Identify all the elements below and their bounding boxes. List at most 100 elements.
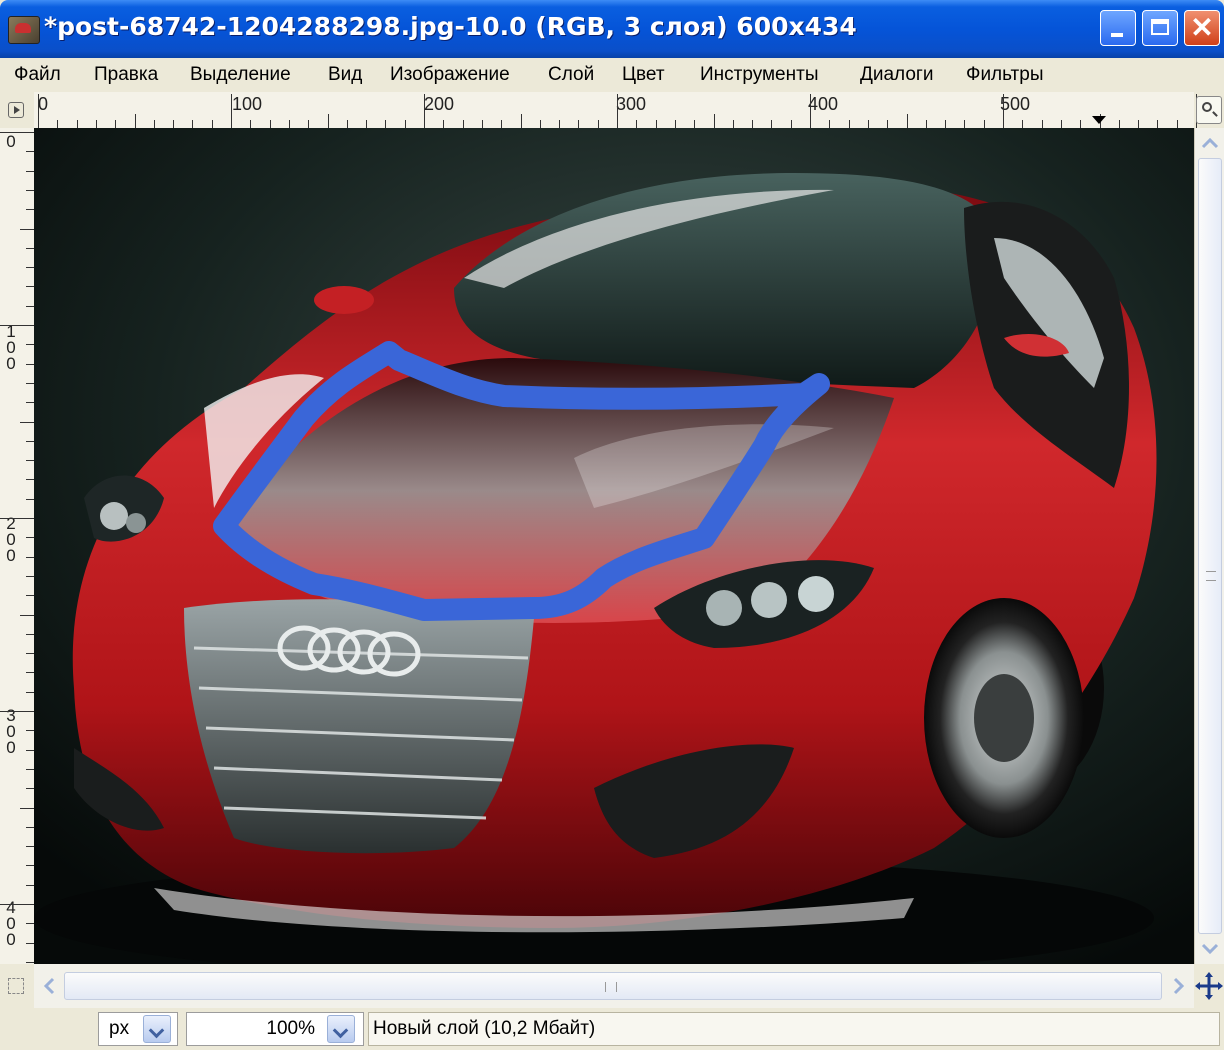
ruler-tick	[0, 518, 34, 519]
minimize-button[interactable]	[1100, 10, 1136, 46]
ruler-tick	[211, 120, 213, 128]
menubar: Файл Правка Выделение Вид Изображение Сл…	[0, 58, 1224, 92]
ruler-tick	[26, 942, 34, 944]
menu-layer[interactable]: Слой	[548, 64, 594, 86]
quickmask-toggle[interactable]	[0, 964, 34, 1008]
ruler-tick	[501, 120, 503, 128]
ruler-label: 300	[6, 706, 16, 757]
zoom-selector[interactable]: 100%	[186, 1012, 364, 1046]
menu-view[interactable]: Вид	[328, 64, 362, 86]
vertical-scroll-thumb[interactable]	[1198, 158, 1222, 934]
menu-filters[interactable]: Фильтры	[966, 64, 1043, 86]
close-button[interactable]: ✕	[1184, 10, 1220, 46]
ruler-tick	[26, 961, 34, 963]
horizontal-scroll-thumb[interactable]	[64, 972, 1162, 1000]
ruler-tick	[0, 132, 34, 133]
ruler-tick	[26, 247, 34, 249]
menu-triangle-icon	[8, 102, 24, 118]
status-message: Новый слой (10,2 Мбайт)	[368, 1012, 1220, 1046]
ruler-tick	[26, 267, 34, 269]
menu-dialogs[interactable]: Диалоги	[860, 64, 933, 86]
scroll-up-icon[interactable]	[1197, 132, 1223, 154]
ruler-tick	[945, 120, 947, 128]
ruler-label: 0	[38, 94, 49, 114]
ruler-tick	[26, 382, 34, 384]
horizontal-ruler[interactable]: 0 100 200 300 400 500	[34, 92, 1197, 129]
ruler-tick	[26, 826, 34, 828]
zoom-icon[interactable]	[1196, 96, 1222, 124]
menu-tools[interactable]: Инструменты	[700, 64, 818, 86]
car-photo	[34, 128, 1194, 964]
ruler-tick	[366, 120, 368, 128]
ruler-tick	[1138, 120, 1140, 128]
ruler-tick	[674, 120, 676, 128]
ruler-tick	[26, 498, 34, 500]
ruler-tick	[153, 120, 155, 128]
ruler-menu-button[interactable]	[0, 92, 34, 128]
maximize-button[interactable]	[1142, 10, 1178, 46]
ruler-tick	[636, 120, 638, 128]
quickmask-icon	[8, 978, 24, 994]
scroll-right-icon[interactable]	[1168, 974, 1190, 998]
navigate-button[interactable]	[1194, 964, 1224, 1008]
chevron-down-icon[interactable]	[327, 1015, 355, 1043]
horizontal-scrollbar[interactable]	[34, 964, 1194, 1008]
scroll-down-icon[interactable]	[1197, 938, 1223, 960]
ruler-tick	[288, 120, 290, 128]
unit-value: px	[109, 1018, 130, 1039]
ruler-tick	[1176, 120, 1178, 128]
ruler-label: 100	[232, 94, 263, 114]
ruler-tick	[655, 120, 657, 128]
ruler-tick	[26, 846, 34, 848]
ruler-tick	[26, 344, 34, 346]
ruler-pointer-marker	[1092, 116, 1106, 124]
ruler-tick	[713, 114, 715, 128]
ruler-tick	[906, 114, 908, 128]
ruler-tick	[887, 120, 889, 128]
ruler-tick	[26, 730, 34, 732]
ruler-tick	[597, 120, 599, 128]
ruler-tick	[424, 94, 425, 128]
ruler-tick	[26, 170, 34, 172]
chevron-down-icon[interactable]	[143, 1015, 171, 1043]
vertical-ruler[interactable]: 0 100 200 300 400	[0, 128, 35, 964]
ruler-tick	[26, 923, 34, 925]
statusbar: px 100% Новый слой (10,2 Мбайт)	[0, 1008, 1224, 1050]
ruler-tick	[308, 120, 310, 128]
ruler-tick	[732, 120, 734, 128]
ruler-tick	[26, 189, 34, 191]
ruler-tick	[26, 479, 34, 481]
ruler-tick	[192, 120, 194, 128]
menu-colors[interactable]: Цвет	[622, 64, 665, 86]
ruler-tick	[26, 305, 34, 307]
ruler-tick	[26, 460, 34, 462]
ruler-tick	[462, 120, 464, 128]
ruler-tick	[26, 653, 34, 655]
close-icon: ✕	[1190, 12, 1214, 43]
ruler-tick	[752, 120, 754, 128]
ruler-tick	[231, 94, 232, 128]
image-canvas[interactable]	[34, 128, 1194, 964]
ruler-tick	[26, 788, 34, 790]
vertical-scrollbar[interactable]	[1194, 128, 1224, 964]
ruler-tick	[26, 749, 34, 751]
ruler-tick	[983, 120, 985, 128]
menu-image[interactable]: Изображение	[390, 64, 510, 86]
ruler-tick	[26, 537, 34, 539]
ruler-tick	[20, 614, 34, 616]
navigate-icon	[1195, 972, 1223, 1000]
ruler-tick	[964, 120, 966, 128]
ruler-tick	[385, 120, 387, 128]
menu-file[interactable]: Файл	[14, 64, 61, 86]
grip-icon	[1206, 571, 1216, 581]
ruler-tick	[1060, 120, 1062, 128]
ruler-tick	[848, 120, 850, 128]
menu-edit[interactable]: Правка	[94, 64, 158, 86]
unit-selector[interactable]: px	[98, 1012, 178, 1046]
ruler-tick	[1003, 94, 1004, 128]
scroll-left-icon[interactable]	[38, 974, 60, 998]
gimp-window-icon[interactable]	[8, 16, 40, 44]
menu-select[interactable]: Выделение	[190, 64, 291, 86]
ruler-label: 500	[1000, 94, 1031, 114]
grip-icon	[605, 982, 617, 992]
